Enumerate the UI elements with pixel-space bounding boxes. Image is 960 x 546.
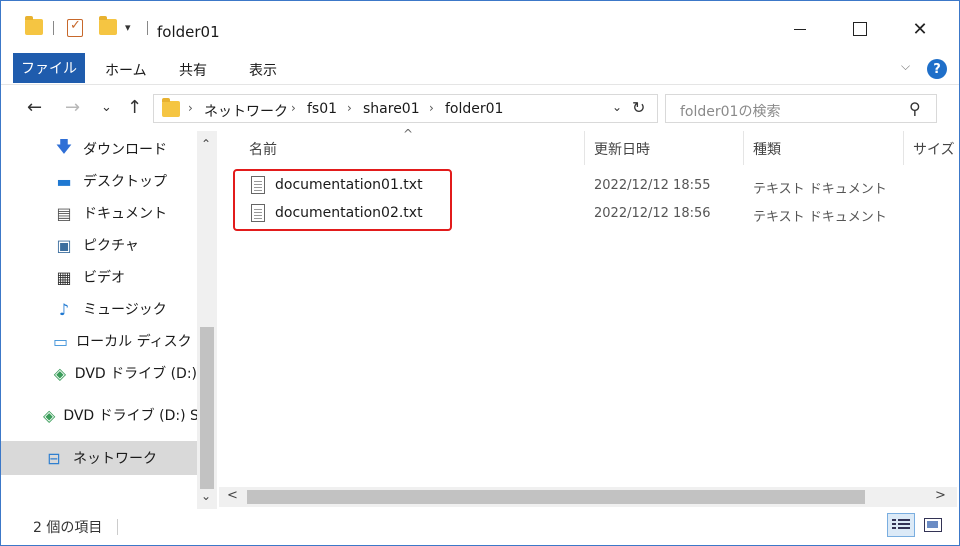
search-input[interactable]: folder01の検索: [680, 101, 780, 121]
navigation-pane: 🡇 ダウンロード ▬ デスクトップ ▤ ドキュメント ▣ ピクチャ ▦ ビデオ …: [1, 131, 219, 511]
file-type: テキスト ドキュメント: [753, 182, 887, 197]
file-list-scrollbar[interactable]: < >: [219, 487, 957, 507]
breadcrumb-separator-icon[interactable]: ›: [188, 101, 193, 115]
properties-icon[interactable]: [67, 18, 83, 37]
column-header-size[interactable]: サイズ: [913, 139, 955, 159]
scroll-right-icon[interactable]: >: [935, 488, 946, 503]
sidebar-item-label: DVD ドライブ (D:) SS: [63, 408, 197, 424]
up-button[interactable]: ↑: [127, 97, 142, 118]
ribbon-tabs: ファイル ホーム 共有 表示 ⌵ ?: [1, 51, 959, 85]
details-view-icon: [892, 518, 910, 532]
highlight-box: [233, 169, 452, 231]
folder-icon: [25, 16, 43, 35]
sidebar-item-label: DVD ドライブ (D:): [74, 366, 197, 382]
breadcrumb-separator-icon[interactable]: ›: [347, 101, 352, 115]
help-icon[interactable]: ?: [927, 59, 947, 79]
window-title: folder01: [157, 23, 220, 41]
refresh-icon[interactable]: ↻: [632, 98, 645, 117]
sidebar-item-label: ネットワーク: [73, 451, 157, 467]
sidebar-item-documents[interactable]: ▤ ドキュメント: [1, 197, 197, 229]
sidebar-item-label: ビデオ: [83, 270, 125, 286]
sidebar-item-dvd-drive[interactable]: ◈ DVD ドライブ (D:): [1, 357, 197, 389]
download-icon: 🡇: [55, 136, 73, 156]
column-header-date-modified[interactable]: 更新日時: [594, 139, 650, 159]
column-header-name[interactable]: 名前: [249, 139, 277, 159]
sidebar-item-network[interactable]: ⊟ ネットワーク: [1, 441, 197, 475]
sidebar-item-downloads[interactable]: 🡇 ダウンロード: [1, 133, 197, 165]
breadcrumb-folder01[interactable]: folder01: [445, 101, 503, 117]
item-count: 2 個の項目: [33, 520, 103, 536]
expand-ribbon-icon[interactable]: ⌵: [901, 59, 910, 74]
new-folder-icon[interactable]: [99, 16, 117, 35]
sidebar-item-pictures[interactable]: ▣ ピクチャ: [1, 229, 197, 261]
file-date-modified: 2022/12/12 18:55: [594, 178, 711, 193]
recent-locations-button[interactable]: ⌄: [101, 100, 112, 115]
music-icon: ♪: [58, 299, 70, 319]
column-header-type[interactable]: 種類: [753, 139, 781, 159]
sidebar-item-videos[interactable]: ▦ ビデオ: [1, 261, 197, 293]
tab-view[interactable]: 表示: [249, 60, 277, 80]
address-bar[interactable]: › ネットワーク › fs01 › share01 › folder01 ⌄ ↻: [153, 94, 658, 123]
large-icons-view-button[interactable]: [919, 513, 947, 537]
folder-icon: [162, 98, 180, 117]
dvd-drive-icon: ◈: [43, 405, 56, 425]
scrollbar-thumb[interactable]: [200, 327, 214, 489]
network-icon: ⊟: [47, 448, 61, 468]
sidebar-item-label: デスクトップ: [83, 174, 167, 190]
local-disk-icon: ▭: [53, 331, 69, 351]
sidebar-item-local-disk[interactable]: ▭ ローカル ディスク (C: [1, 325, 197, 357]
sidebar-item-desktop[interactable]: ▬ デスクトップ: [1, 165, 197, 197]
scroll-left-icon[interactable]: <: [227, 488, 238, 503]
sidebar-item-label: ピクチャ: [83, 238, 139, 254]
tab-home[interactable]: ホーム: [105, 60, 147, 80]
scroll-up-icon[interactable]: ⌃: [201, 137, 211, 151]
tab-file[interactable]: ファイル: [13, 53, 85, 83]
minimize-button[interactable]: [777, 11, 823, 47]
videos-icon: ▦: [56, 267, 72, 287]
large-icons-view-icon: [924, 518, 942, 532]
address-dropdown-icon[interactable]: ⌄: [612, 100, 622, 114]
scroll-down-icon[interactable]: ⌄: [201, 489, 211, 503]
close-button[interactable]: ✕: [897, 11, 943, 47]
column-divider[interactable]: [743, 131, 744, 165]
back-button[interactable]: ←: [27, 97, 42, 118]
file-type: テキスト ドキュメント: [753, 210, 887, 225]
title-bar: ▾ folder01 ✕: [1, 1, 959, 51]
forward-button[interactable]: →: [65, 97, 80, 118]
sidebar-item-dvd-drive-root[interactable]: ◈ DVD ドライブ (D:) SS: [1, 399, 197, 431]
dvd-drive-icon: ◈: [53, 363, 67, 383]
sidebar-item-label: ドキュメント: [83, 206, 167, 222]
sort-ascending-icon: ^: [403, 127, 414, 141]
pictures-icon: ▣: [56, 235, 72, 255]
nav-pane-scrollbar[interactable]: ⌃ ⌄: [197, 131, 217, 511]
search-icon[interactable]: ⚲: [909, 99, 921, 118]
sidebar-item-music[interactable]: ♪ ミュージック: [1, 293, 197, 325]
status-separator: [117, 519, 118, 535]
sidebar-item-label: ミュージック: [83, 302, 167, 318]
toolbar-separator: [147, 21, 148, 35]
documents-icon: ▤: [56, 203, 72, 223]
file-date-modified: 2022/12/12 18:56: [594, 206, 711, 221]
customize-quick-access-icon[interactable]: ▾: [125, 21, 131, 34]
explorer-window: ▾ folder01 ✕ ファイル ホーム 共有 表示 ⌵ ? ← → ⌄ ↑ …: [0, 0, 960, 546]
column-divider[interactable]: [903, 131, 904, 165]
status-bar: 2 個の項目: [1, 509, 959, 545]
desktop-icon: ▬: [56, 171, 72, 191]
column-divider[interactable]: [584, 131, 585, 165]
breadcrumb-fs01[interactable]: fs01: [307, 101, 337, 117]
breadcrumb-network[interactable]: ネットワーク: [204, 101, 288, 121]
navigation-bar: ← → ⌄ ↑ › ネットワーク › fs01 › share01 › fold…: [1, 87, 959, 131]
breadcrumb-separator-icon[interactable]: ›: [429, 101, 434, 115]
details-view-button[interactable]: [887, 513, 915, 537]
maximize-button[interactable]: [837, 11, 883, 47]
file-list: ^ 名前 更新日時 種類 サイズ documentation01.txt 202…: [219, 127, 957, 483]
sidebar-item-label: ダウンロード: [83, 142, 167, 158]
search-box[interactable]: folder01の検索 ⚲: [665, 94, 937, 123]
tab-share[interactable]: 共有: [179, 60, 207, 80]
toolbar-separator: [53, 21, 54, 35]
breadcrumb-separator-icon[interactable]: ›: [291, 101, 296, 115]
sidebar-item-label: ローカル ディスク (C: [76, 334, 197, 350]
scrollbar-thumb[interactable]: [247, 490, 865, 504]
breadcrumb-share01[interactable]: share01: [363, 101, 420, 117]
